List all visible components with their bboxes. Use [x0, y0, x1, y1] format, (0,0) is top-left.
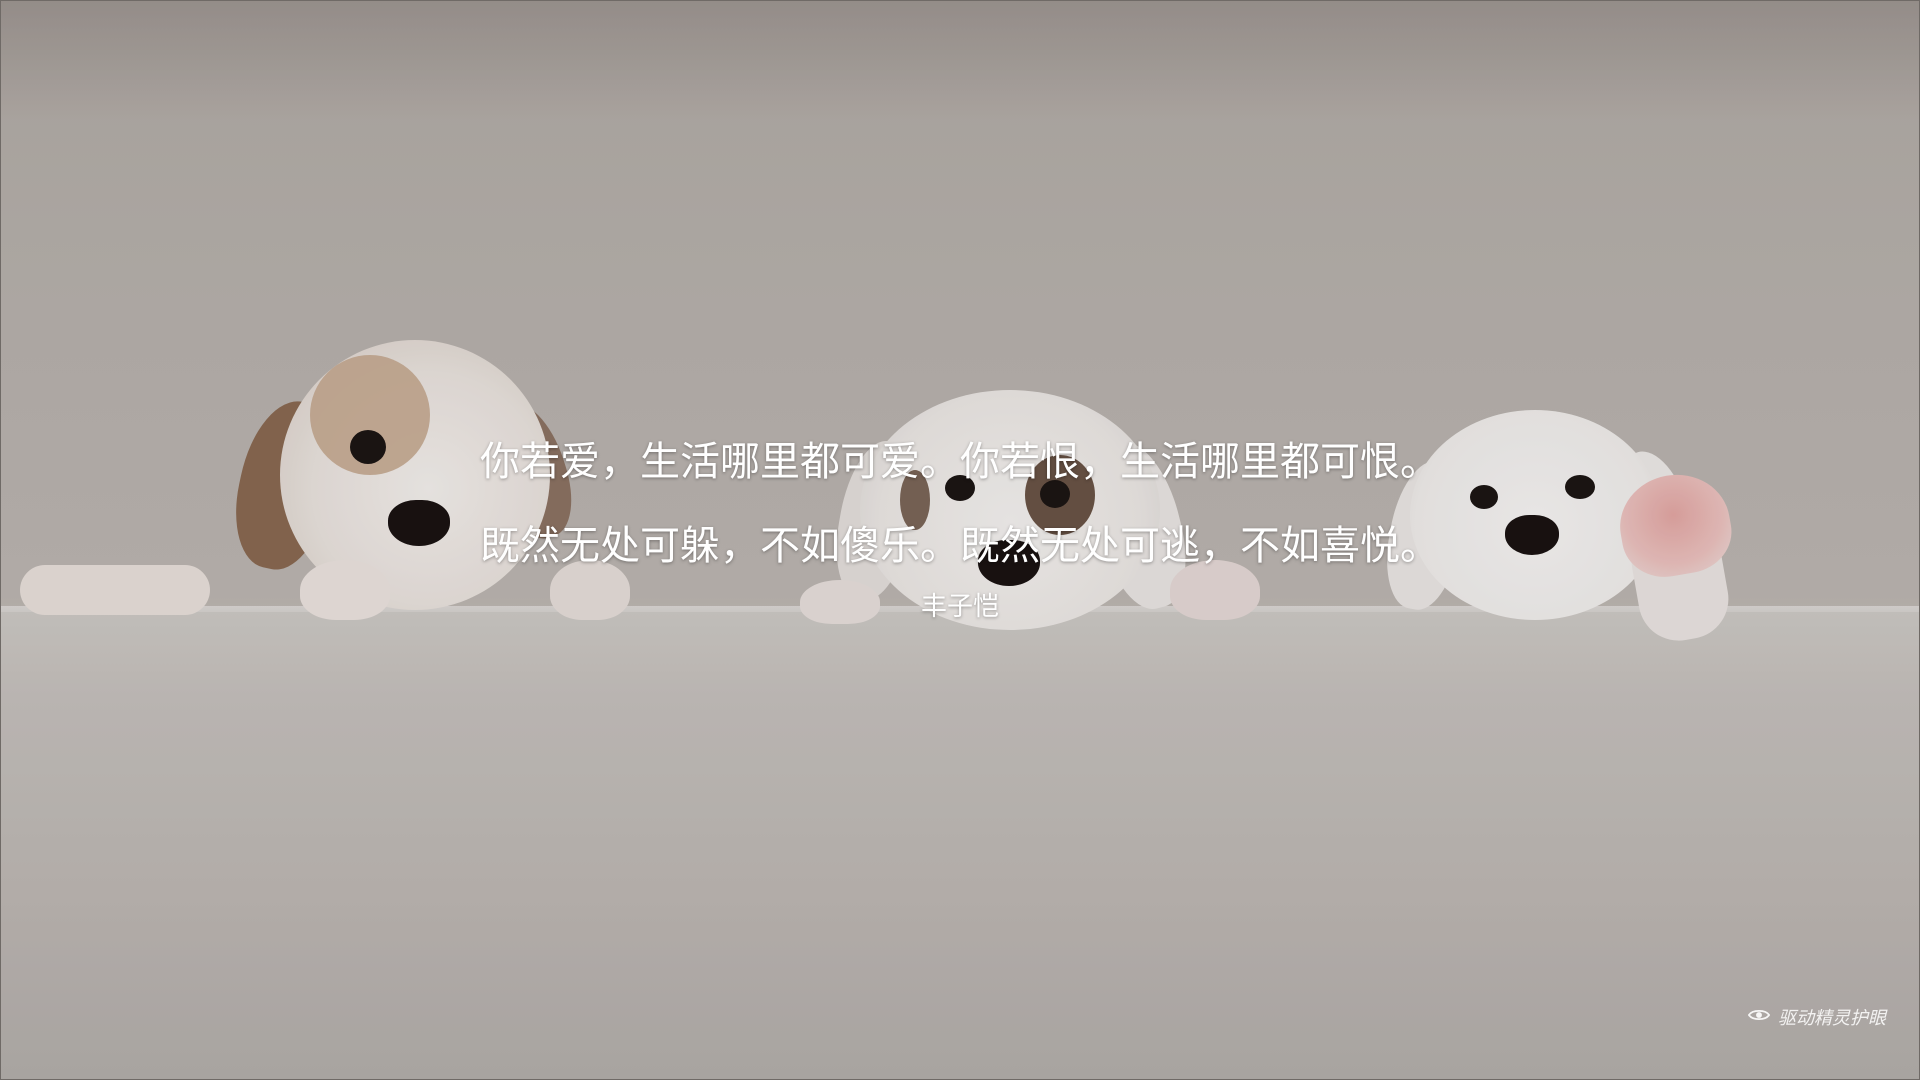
watermark-label: 驱动精灵护眼 [1778, 1008, 1886, 1029]
eye-care-screen[interactable]: 你若爱，生活哪里都可爱。你若恨，生活哪里都可恨。 既然无处可躲，不如傻乐。既然无… [0, 0, 1920, 1080]
quote-author: 丰子恺 [920, 592, 999, 622]
eye-icon [1747, 1007, 1771, 1028]
quote-block: 你若爱，生活哪里都可爱。你若恨，生活哪里都可恨。 既然无处可躲，不如傻乐。既然无… [0, 420, 1920, 626]
quote-line-1: 你若爱，生活哪里都可爱。你若恨，生活哪里都可恨。 [480, 439, 1440, 485]
quote-line-2: 既然无处可躲，不如傻乐。既然无处可逃，不如喜悦。 [480, 523, 1440, 569]
watermark: 驱动精灵护眼 [1747, 1004, 1886, 1030]
